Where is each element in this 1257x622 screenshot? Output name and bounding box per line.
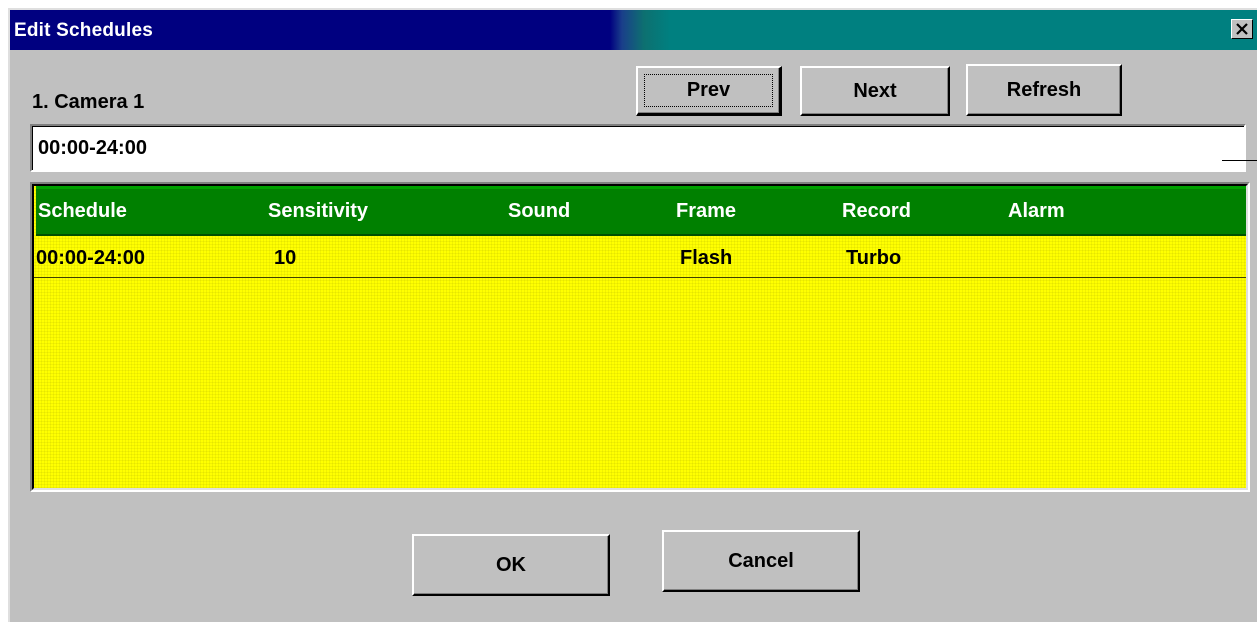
- close-button[interactable]: [1231, 19, 1253, 39]
- next-button[interactable]: Next: [800, 66, 950, 116]
- focus-rectangle: [644, 74, 773, 107]
- prev-button[interactable]: Prev: [636, 66, 782, 116]
- table-row[interactable]: 00:00-24:00 10 Flash Turbo: [34, 236, 1246, 278]
- list-header: Schedule Sensitivity Sound Frame Record …: [36, 186, 1246, 236]
- cell-schedule: 00:00-24:00: [36, 247, 145, 269]
- window-title: Edit Schedules: [14, 20, 154, 41]
- divider-line: [1222, 160, 1257, 161]
- edit-schedules-dialog: Edit Schedules 1. Camera 1 Prev Next Ref…: [8, 8, 1257, 622]
- refresh-button[interactable]: Refresh: [966, 64, 1122, 116]
- next-button-label: Next: [853, 79, 897, 102]
- cell-sensitivity: 10: [274, 247, 297, 269]
- column-header-record[interactable]: Record: [842, 199, 911, 223]
- cancel-button-label: Cancel: [728, 549, 794, 572]
- column-header-sensitivity[interactable]: Sensitivity: [268, 199, 368, 223]
- schedule-list[interactable]: Schedule Sensitivity Sound Frame Record …: [30, 182, 1250, 492]
- schedule-input-value: 00:00-24:00: [38, 136, 147, 159]
- ok-button[interactable]: OK: [412, 534, 610, 596]
- cell-record: Turbo: [846, 247, 902, 269]
- cancel-button[interactable]: Cancel: [662, 530, 860, 592]
- refresh-button-label: Refresh: [1006, 78, 1082, 101]
- camera-label: 1. Camera 1: [32, 91, 145, 113]
- schedule-input[interactable]: 00:00-24:00: [30, 124, 1246, 172]
- ok-button-label: OK: [496, 553, 526, 576]
- schedule-list-body[interactable]: Schedule Sensitivity Sound Frame Record …: [32, 184, 1248, 490]
- title-bar[interactable]: Edit Schedules: [10, 10, 1257, 50]
- column-header-frame[interactable]: Frame: [676, 199, 736, 223]
- column-header-sound[interactable]: Sound: [508, 199, 570, 223]
- close-icon: [1236, 23, 1248, 35]
- cell-frame: Flash: [680, 247, 733, 269]
- column-header-schedule[interactable]: Schedule: [38, 199, 127, 223]
- column-header-alarm[interactable]: Alarm: [1008, 199, 1065, 223]
